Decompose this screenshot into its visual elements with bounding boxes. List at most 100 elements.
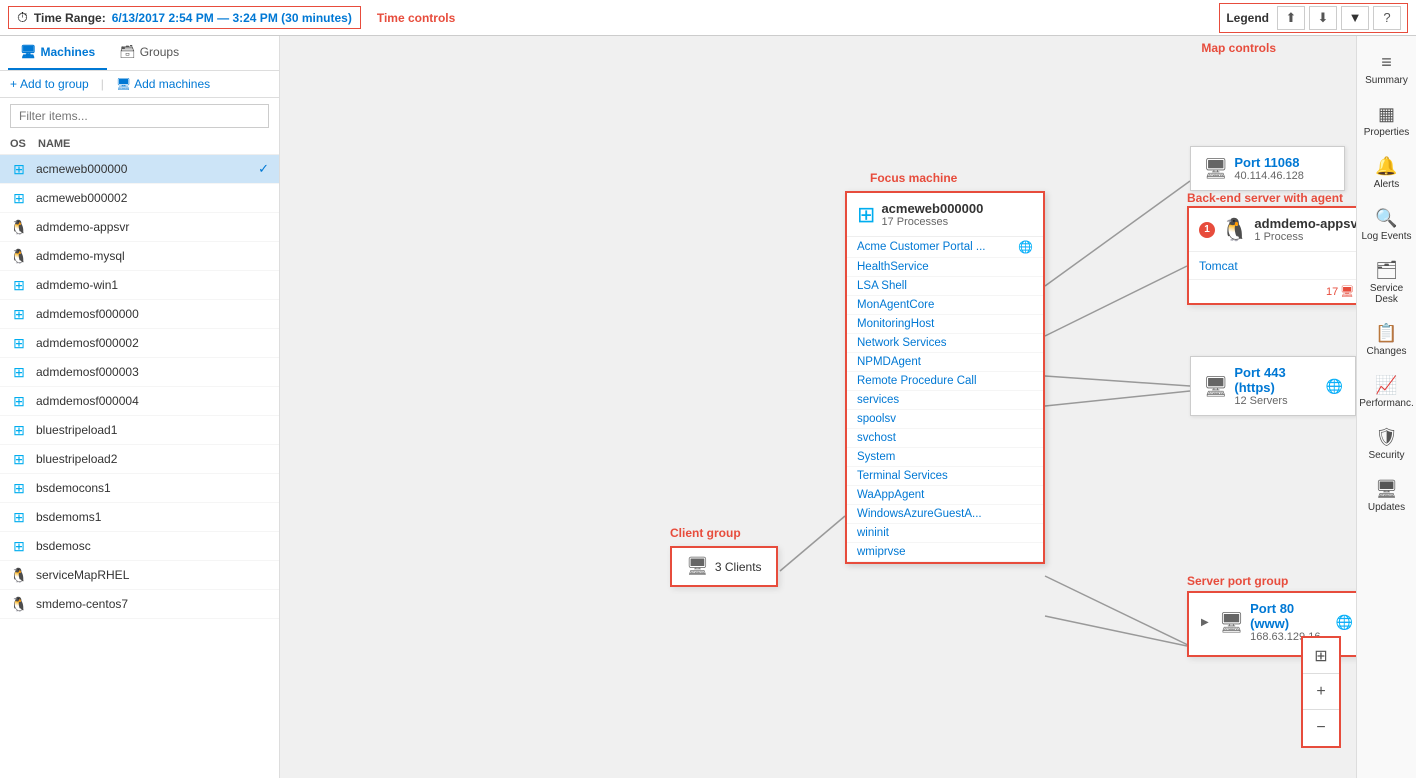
process-item[interactable]: spoolsv (847, 410, 1043, 429)
top-bar-right: Legend ⬆ ⬇ ▼ ? (1219, 3, 1408, 33)
right-panel-btn-updates[interactable]: 🖥Updates (1357, 471, 1416, 521)
process-name: wininit (857, 527, 889, 539)
process-item[interactable]: svchost (847, 429, 1043, 448)
machine-item[interactable]: ⊞admdemo-win1 (0, 271, 279, 300)
process-item[interactable]: NPMDAgent (847, 353, 1043, 372)
groups-tab-icon: 🗃 (119, 44, 136, 60)
legend-help-btn[interactable]: ? (1373, 6, 1401, 30)
canvas-zoom-out-btn[interactable]: − (1303, 710, 1339, 746)
process-item[interactable]: Terminal Services (847, 467, 1043, 486)
machine-name: admdemo-appsvr (36, 220, 269, 234)
machine-item[interactable]: ⊞bsdemosc (0, 532, 279, 561)
process-item[interactable]: WindowsAzureGuestA... (847, 505, 1043, 524)
tomcat-service-row[interactable]: Tomcat 🌐 (1189, 252, 1356, 280)
process-item[interactable]: System (847, 448, 1043, 467)
process-item[interactable]: MonAgentCore (847, 296, 1043, 315)
process-name: MonitoringHost (857, 318, 934, 330)
backend-server-box[interactable]: 1 🐧 admdemo-appsvr 1 Process Tomcat 🌐 17… (1187, 206, 1356, 305)
port-443-name: Port 443 (https) (1234, 365, 1319, 395)
process-item[interactable]: Remote Procedure Call (847, 372, 1043, 391)
port-443-sub: 12 Servers (1234, 395, 1319, 407)
process-row: Acme Customer Portal ...🌐 (857, 240, 1033, 254)
windows-os-icon: ⊞ (10, 189, 28, 207)
top-bar: ⏱ Time Range: 6/13/2017 2:54 PM — 3:24 P… (0, 0, 1416, 36)
right-panel-btn-summary[interactable]: ≡Summary (1357, 44, 1416, 94)
canvas-area: Focus machine Client group Back-end serv… (280, 36, 1356, 778)
tab-groups[interactable]: 🗃 Groups (107, 36, 191, 70)
right-panel-btn-changes[interactable]: 📋Changes (1357, 315, 1416, 365)
add-machines-link[interactable]: 🖥 Add machines (116, 77, 210, 91)
machine-item[interactable]: ⊞admdemosf000000 (0, 300, 279, 329)
client-group-content: 🖥 3 Clients (686, 556, 762, 577)
right-btn-icon: 🖥 (1375, 479, 1398, 500)
legend-filter-btn[interactable]: ▼ (1341, 6, 1369, 30)
process-name: services (857, 394, 899, 406)
monitor-stat: 17 🖥 (1326, 285, 1354, 298)
right-btn-label: Performanc. (1359, 398, 1413, 409)
process-item[interactable]: LSA Shell (847, 277, 1043, 296)
header-name: NAME (38, 138, 269, 150)
process-list: Acme Customer Portal ...🌐 HealthServiceLS… (847, 237, 1043, 562)
time-range-value: 6/13/2017 2:54 PM — 3:24 PM (30 minutes) (112, 11, 352, 25)
windows-os-icon: ⊞ (10, 392, 28, 410)
canvas-zoom-in-btn[interactable]: + (1303, 674, 1339, 710)
windows-os-icon: ⊞ (10, 537, 28, 555)
right-panel-btn-service-desk[interactable]: 🗂Service Desk (1357, 252, 1416, 313)
tab-groups-label: Groups (140, 45, 179, 59)
process-row: NPMDAgent (857, 356, 1033, 368)
legend-up-btn[interactable]: ⬆ (1277, 6, 1305, 30)
right-btn-icon: 🔔 (1375, 156, 1397, 177)
machine-item[interactable]: 🐧admdemo-mysql (0, 242, 279, 271)
process-item[interactable]: MonitoringHost (847, 315, 1043, 334)
machine-item[interactable]: ⊞bsdemoms1 (0, 503, 279, 532)
windows-os-icon: ⊞ (10, 421, 28, 439)
linux-os-icon: 🐧 (10, 595, 28, 613)
machine-item[interactable]: ⊞acmeweb000000✓ (0, 155, 279, 184)
focus-machine-box[interactable]: ⊞ acmeweb000000 17 Processes Acme Custom… (845, 191, 1045, 564)
machine-item[interactable]: 🐧admdemo-appsvr (0, 213, 279, 242)
machine-item[interactable]: ⊞admdemosf000003 (0, 358, 279, 387)
process-item[interactable]: Network Services (847, 334, 1043, 353)
process-item[interactable]: WaAppAgent (847, 486, 1043, 505)
port-box-443-header: 🖥 Port 443 (https) 12 Servers 🌐 (1203, 365, 1343, 407)
port-box-11068-info: Port 11068 40.114.46.128 (1234, 155, 1304, 182)
focus-machine-header: ⊞ acmeweb000000 17 Processes (847, 193, 1043, 237)
machine-name: admdemo-win1 (36, 278, 269, 292)
process-item[interactable]: HealthService (847, 258, 1043, 277)
filter-input[interactable] (10, 104, 269, 128)
port-icon-1: 🖥 (1203, 156, 1228, 181)
right-panel-btn-properties[interactable]: ▦Properties (1357, 96, 1416, 146)
time-controls-label[interactable]: Time controls (377, 11, 455, 25)
machines-tab-icon: 🖥 (20, 44, 37, 60)
port-box-11068[interactable]: 🖥 Port 11068 40.114.46.128 (1190, 146, 1345, 191)
add-machines-label: Add machines (134, 77, 210, 91)
windows-os-icon: ⊞ (10, 450, 28, 468)
process-item[interactable]: Acme Customer Portal ...🌐 (847, 237, 1043, 258)
windows-os-icon: ⊞ (10, 508, 28, 526)
machine-item[interactable]: ⊞admdemosf000004 (0, 387, 279, 416)
right-panel-btn-log-events[interactable]: 🔍Log Events (1357, 200, 1416, 250)
process-item[interactable]: services (847, 391, 1043, 410)
legend-down-btn[interactable]: ⬇ (1309, 6, 1337, 30)
tab-machines[interactable]: 🖥 Machines (8, 36, 107, 70)
machine-item[interactable]: ⊞bluestripeload1 (0, 416, 279, 445)
process-item[interactable]: wininit (847, 524, 1043, 543)
machine-name: smdemo-centos7 (36, 597, 269, 611)
right-panel-btn-performanc-[interactable]: 📈Performanc. (1357, 367, 1416, 417)
right-panel-btn-alerts[interactable]: 🔔Alerts (1357, 148, 1416, 198)
machine-item[interactable]: 🐧serviceMapRHEL (0, 561, 279, 590)
selected-check-icon: ✓ (258, 161, 269, 177)
machine-item[interactable]: ⊞bluestripeload2 (0, 445, 279, 474)
machine-item[interactable]: 🐧 smdemo-centos7 (0, 590, 279, 619)
canvas-grid-btn[interactable]: ⊞ (1303, 638, 1339, 674)
client-group-box[interactable]: 🖥 3 Clients (670, 546, 778, 587)
process-item[interactable]: wmiprvse (847, 543, 1043, 562)
right-panel-btn-security[interactable]: 🛡Security (1357, 419, 1416, 469)
machine-item[interactable]: ⊞bsdemocons1 (0, 474, 279, 503)
port-80-name: Port 80 (www) (1250, 601, 1329, 631)
port-box-443[interactable]: 🖥 Port 443 (https) 12 Servers 🌐 (1190, 356, 1356, 416)
machine-item[interactable]: ⊞acmeweb000002 (0, 184, 279, 213)
add-to-group-link[interactable]: + Add to group (10, 77, 89, 91)
backend-processes: 1 Process (1254, 231, 1356, 243)
machine-item[interactable]: ⊞admdemosf000002 (0, 329, 279, 358)
